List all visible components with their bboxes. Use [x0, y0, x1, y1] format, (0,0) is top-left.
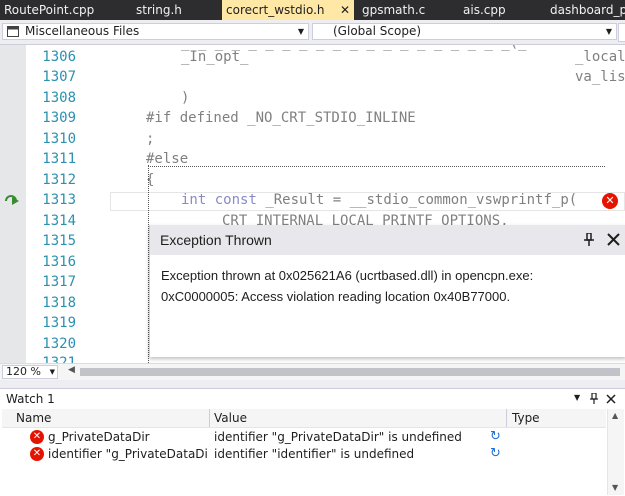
line-number: 1310	[42, 131, 76, 147]
code-line: _In_opt_	[181, 49, 249, 65]
project-dropdown-value: Miscellaneous Files	[25, 24, 140, 38]
exception-message-line: Exception thrown at 0x025621A6 (ucrtbase…	[161, 268, 534, 283]
exception-header: Exception Thrown	[150, 225, 625, 255]
line-number: 1321	[42, 355, 76, 363]
line-number: 1315	[42, 233, 76, 249]
tab-routepoint-cpp[interactable]: RoutePoint.cpp	[4, 0, 124, 20]
refresh-icon[interactable]: ↻	[490, 446, 501, 461]
code-text: _Result = __stdio_common_vswprintf_p(	[265, 192, 578, 208]
error-icon: ✕	[30, 430, 44, 444]
tab-corecrt-wstdio-h[interactable]: corecrt_wstdio.h ✕	[222, 0, 354, 20]
watch-title-bar: Watch 1 ▼	[0, 389, 625, 409]
project-file-icon	[7, 26, 19, 37]
scroll-up-icon[interactable]: ▲	[612, 411, 618, 420]
exception-helper-popup: Exception Thrown Exception thrown at 0x0…	[149, 225, 625, 357]
code-line: _local	[575, 49, 625, 65]
code-line: ;	[146, 131, 155, 147]
column-separator[interactable]	[506, 409, 507, 427]
line-number: 1307	[42, 69, 76, 85]
line-number: 1316	[42, 254, 76, 270]
chevron-down-icon: ▼	[297, 27, 305, 36]
line-number: 1306	[42, 49, 76, 65]
line-number: 1312	[42, 172, 76, 188]
scope-dropdown[interactable]: (Global Scope) ▼	[312, 23, 617, 40]
scroll-down-icon[interactable]: ▼	[612, 483, 618, 492]
connector-line	[148, 166, 605, 167]
close-icon[interactable]	[607, 233, 620, 246]
watch-grid-header: Name Value Type	[2, 409, 606, 428]
column-header-value[interactable]: Value	[214, 411, 247, 425]
refresh-icon[interactable]: ↻	[490, 429, 501, 444]
tab-label: ais.cpp	[463, 3, 506, 17]
line-number: 1317	[42, 274, 76, 290]
chevron-down-icon: ▼	[605, 27, 613, 36]
code-line: #if defined _NO_CRT_STDIO_INLINE	[146, 110, 416, 126]
scroll-left-icon[interactable]: ◀	[68, 365, 75, 375]
horizontal-scrollbar[interactable]	[80, 368, 620, 376]
column-header-name[interactable]: Name	[16, 411, 51, 425]
code-line: va_lis	[575, 69, 625, 85]
exception-icon[interactable]: ✕	[602, 193, 618, 209]
tab-label: RoutePoint.cpp	[4, 3, 95, 17]
pin-icon[interactable]	[590, 393, 598, 405]
watch-title: Watch 1	[6, 392, 55, 406]
watch-row-name[interactable]: identifier "g_PrivateDataDir" ...	[48, 447, 208, 461]
tab-string-h[interactable]: string.h	[136, 0, 216, 20]
keyword: int	[181, 192, 207, 208]
zoom-dropdown[interactable]: 120 % ▼	[2, 365, 58, 379]
exception-title: Exception Thrown	[160, 232, 272, 248]
navigation-bar: Miscellaneous Files ▼ (Global Scope) ▼	[0, 20, 625, 45]
chevron-down-icon[interactable]: ▼	[574, 393, 580, 402]
watch-row-value: identifier "g_PrivateDataDir" is undefin…	[214, 430, 462, 444]
tab-label: string.h	[136, 3, 182, 17]
current-code-line: int const _Result = __stdio_common_vswpr…	[181, 190, 577, 210]
tab-gpsmath-c[interactable]: gpsmath.c	[362, 0, 442, 20]
watch-row-name[interactable]: g_PrivateDataDir	[48, 430, 150, 444]
scope-dropdown-value: (Global Scope)	[333, 24, 422, 38]
tab-label: dashboard_pi.	[550, 3, 625, 17]
current-statement-arrow-icon	[5, 195, 19, 205]
line-number: 1318	[42, 295, 76, 311]
line-number: 1309	[42, 110, 76, 126]
pin-icon[interactable]	[584, 233, 594, 247]
keyword: const	[214, 192, 257, 208]
column-separator[interactable]	[209, 409, 210, 427]
watch-panel: Watch 1 ▼ Name Value Type ✕ g_PrivateDat…	[0, 388, 625, 496]
line-number: 1320	[42, 336, 76, 352]
close-icon[interactable]	[606, 394, 616, 404]
tab-ais-cpp[interactable]: ais.cpp	[463, 0, 529, 20]
zoom-value: 120 %	[6, 365, 41, 378]
tab-dashboard-pi[interactable]: dashboard_pi.	[550, 0, 625, 20]
vertical-scrollbar[interactable]: ▲ ▼	[607, 409, 624, 495]
watch-row-value: identifier "identifier" is undefined	[214, 447, 415, 461]
error-icon: ✕	[30, 447, 44, 461]
watch-row[interactable]: ✕ g_PrivateDataDir identifier "g_Private…	[2, 429, 606, 446]
close-tab-icon[interactable]: ✕	[340, 0, 350, 20]
tab-label: corecrt_wstdio.h	[226, 3, 325, 17]
code-line: )	[181, 90, 190, 106]
exception-message: Exception thrown at 0x025621A6 (ucrtbase…	[161, 265, 616, 307]
line-number: 1319	[42, 315, 76, 331]
document-tab-bar: RoutePoint.cpp string.h corecrt_wstdio.h…	[0, 0, 625, 20]
line-number: 1308	[42, 90, 76, 106]
tab-label: gpsmath.c	[362, 3, 426, 17]
line-number: 1313	[42, 192, 76, 208]
column-header-type[interactable]: Type	[512, 411, 540, 425]
exception-message-line: 0xC0000005: Access violation reading loc…	[161, 289, 511, 304]
panel-splitter[interactable]	[0, 380, 625, 388]
chevron-down-icon: ▼	[49, 368, 55, 376]
watch-row[interactable]: ✕ identifier "g_PrivateDataDir" ... iden…	[2, 446, 606, 463]
split-button[interactable]	[618, 23, 625, 42]
line-number: 1311	[42, 151, 76, 167]
editor-zoom-bar: 120 % ▼ ◀	[0, 363, 625, 381]
project-dropdown[interactable]: Miscellaneous Files ▼	[2, 23, 309, 40]
line-number: 1314	[42, 213, 76, 229]
